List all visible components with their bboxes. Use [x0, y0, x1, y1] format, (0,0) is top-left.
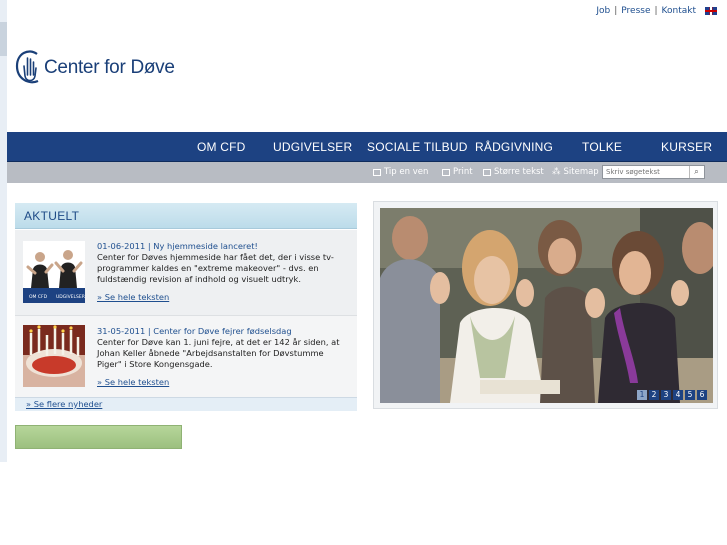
- hand-logo-icon: [15, 50, 39, 84]
- separator: |: [614, 6, 618, 16]
- search-icon: ⌕: [694, 167, 699, 176]
- plus-box-icon: [483, 168, 491, 176]
- read-more-link[interactable]: » Se hele teksten: [97, 377, 349, 388]
- slide-page-4[interactable]: 4: [673, 390, 683, 400]
- nav-item-om-cfd[interactable]: OM CFD: [197, 140, 246, 154]
- slideshow-photo[interactable]: [380, 208, 713, 403]
- news-heading: AKTUELT: [15, 203, 357, 229]
- nav-item-raadgivning[interactable]: RÅDGIVNING: [475, 140, 553, 154]
- scroll-nub: [0, 22, 7, 56]
- nav-item-udgivelser[interactable]: UDGIVELSER: [273, 140, 352, 154]
- print-button[interactable]: Print: [442, 167, 473, 177]
- photo-slideshow: 1 2 3 4 5 6: [373, 201, 718, 409]
- news-thumbnail-birthday[interactable]: [23, 325, 85, 387]
- nav-item-sociale-tilbud[interactable]: SOCIALE TILBUD: [367, 140, 468, 154]
- nav-item-kurser[interactable]: KURSER: [661, 140, 712, 154]
- print-label: Print: [453, 167, 473, 177]
- left-edge-strip: [0, 0, 7, 462]
- sitemap-link[interactable]: ⁂ Sitemap: [552, 167, 599, 177]
- news-text: Center for Døve kan 1. juni fejre, at de…: [97, 337, 340, 369]
- news-date-title[interactable]: 01-06-2011 | Ny hjemmeside lanceret!: [97, 241, 349, 252]
- green-banner[interactable]: [15, 425, 182, 449]
- presse-link[interactable]: Presse: [621, 6, 650, 16]
- thumb-caption: OM CFD: [29, 294, 48, 300]
- thumb-caption: UDGIVELSER: [56, 294, 85, 300]
- bigger-text-button[interactable]: Større tekst: [483, 167, 544, 177]
- kontakt-link[interactable]: Kontakt: [662, 6, 696, 16]
- main-navigation: OM CFD UDGIVELSER SOCIALE TILBUD RÅDGIVN…: [7, 132, 727, 162]
- news-text: Center for Døves hjemmeside har fået det…: [97, 252, 334, 284]
- news-item: OM CFD UDGIVELSER 01-06-2011 | Ny hjemme…: [15, 230, 357, 315]
- search-button[interactable]: ⌕: [689, 166, 703, 178]
- sitemap-icon: ⁂: [552, 167, 561, 177]
- tip-friend-button[interactable]: Tip en ven: [373, 167, 428, 177]
- site-logo[interactable]: Center for Døve: [15, 49, 175, 86]
- job-link[interactable]: Job: [596, 6, 610, 16]
- slide-page-1[interactable]: 1: [637, 390, 647, 400]
- news-panel: AKTUELT OM CFD UDGIVELSER 01-06-2011 | N…: [15, 203, 357, 411]
- tip-friend-label: Tip en ven: [384, 167, 429, 177]
- slide-page-2[interactable]: 2: [649, 390, 659, 400]
- top-links: Job | Presse | Kontakt: [596, 6, 717, 16]
- english-flag-icon[interactable]: [705, 7, 717, 15]
- slide-page-3[interactable]: 3: [661, 390, 671, 400]
- news-item: 31-05-2011 | Center for Døve fejrer føds…: [15, 315, 357, 397]
- printer-icon: [442, 168, 450, 176]
- see-more-news-link[interactable]: » Se flere nyheder: [15, 397, 357, 411]
- slideshow-pager: 1 2 3 4 5 6: [637, 390, 707, 400]
- toolbar: Tip en ven Print Større tekst ⁂Sitemap ⌕: [7, 162, 727, 183]
- separator: |: [654, 6, 658, 16]
- news-date-title[interactable]: 31-05-2011 | Center for Døve fejrer føds…: [97, 326, 349, 337]
- slide-page-5[interactable]: 5: [685, 390, 695, 400]
- logo-text: Center for Døve: [44, 56, 175, 78]
- envelope-icon: [373, 168, 381, 176]
- slide-page-6[interactable]: 6: [697, 390, 707, 400]
- sitemap-label: Sitemap: [563, 167, 599, 177]
- news-thumbnail-website[interactable]: OM CFD UDGIVELSER: [23, 241, 85, 303]
- bigger-text-label: Større tekst: [494, 167, 544, 177]
- nav-item-tolke[interactable]: TOLKE: [582, 140, 622, 154]
- read-more-link[interactable]: » Se hele teksten: [97, 292, 349, 303]
